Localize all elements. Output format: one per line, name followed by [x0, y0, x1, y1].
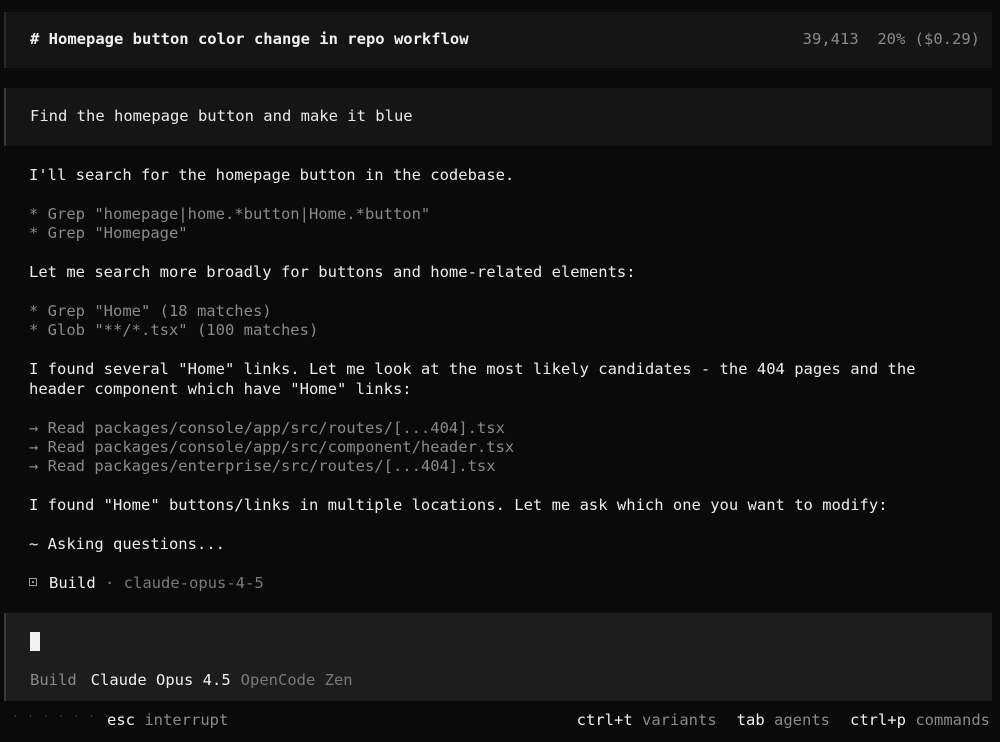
- context-usage: 20% ($0.29): [877, 30, 980, 48]
- keybind-hints: ctrl+t variants tab agents ctrl+p commands: [577, 711, 990, 729]
- build-square-icon: [29, 578, 37, 586]
- variants-hint[interactable]: ctrl+t variants: [577, 711, 717, 729]
- variants-key: ctrl+t: [576, 711, 633, 729]
- assistant-text: I'll search for the homepage button in t…: [29, 166, 515, 184]
- tool-call-read: → Read packages/console/app/src/componen…: [29, 438, 515, 456]
- commands-label: commands: [915, 711, 990, 729]
- assistant-text: I found "Home" buttons/links in multiple…: [29, 496, 888, 514]
- tool-call-glob: * Glob "**/*.tsx" (100 matches): [29, 321, 319, 339]
- interrupt-hint[interactable]: esc interrupt: [107, 711, 228, 729]
- agent-name: Build: [49, 574, 96, 592]
- tool-call-grep: * Grep "Home" (18 matches): [29, 302, 272, 320]
- user-message: Find the homepage button and make it blu…: [4, 88, 992, 146]
- session-stats: 39,413 20% ($0.29): [803, 30, 980, 48]
- agents-hint[interactable]: tab agents: [737, 711, 830, 729]
- assistant-text: I found several "Home" links. Let me loo…: [29, 360, 916, 378]
- tool-call-grep: * Grep "Homepage": [29, 224, 188, 242]
- keybind-footer: · · · · · · · · esc interrupt ctrl+t var…: [0, 708, 1000, 732]
- token-count: 39,413: [802, 30, 859, 48]
- esc-key: esc: [107, 711, 135, 729]
- commands-key: ctrl+p: [850, 711, 906, 729]
- commands-hint[interactable]: ctrl+p commands: [850, 711, 990, 729]
- user-message-text: Find the homepage button and make it blu…: [30, 107, 413, 125]
- agents-key: tab: [736, 711, 765, 729]
- separator: ·: [95, 574, 124, 592]
- assistant-text: header component which have "Home" links…: [29, 380, 412, 398]
- variants-label: variants: [642, 711, 717, 729]
- asking-questions-status: ~ Asking questions...: [29, 535, 225, 553]
- input-meta: Build Claude Opus 4.5 OpenCode Zen: [30, 671, 353, 689]
- tool-call-grep: * Grep "homepage|home.*button|Home.*butt…: [29, 205, 431, 223]
- assistant-text: Let me search more broadly for buttons a…: [29, 263, 636, 281]
- text-cursor: [30, 632, 40, 651]
- model-id: claude-opus-4-5: [123, 574, 264, 592]
- agent-status: Build · claude-opus-4-5: [29, 574, 264, 594]
- terminal-app: # Homepage button color change in repo w…: [0, 0, 1000, 742]
- tool-call-read: → Read packages/enterprise/src/routes/[.…: [29, 457, 496, 475]
- interrupt-label: interrupt: [144, 711, 229, 729]
- provider-label: OpenCode Zen: [240, 671, 353, 689]
- session-title: # Homepage button color change in repo w…: [30, 30, 469, 48]
- model-selector[interactable]: Claude Opus 4.5: [91, 671, 231, 689]
- agents-label: agents: [774, 711, 830, 729]
- agent-selector[interactable]: Build: [30, 671, 77, 689]
- tool-call-read: → Read packages/console/app/src/routes/[…: [29, 419, 505, 437]
- prompt-input[interactable]: Build Claude Opus 4.5 OpenCode Zen: [4, 613, 992, 701]
- session-header: # Homepage button color change in repo w…: [4, 12, 992, 68]
